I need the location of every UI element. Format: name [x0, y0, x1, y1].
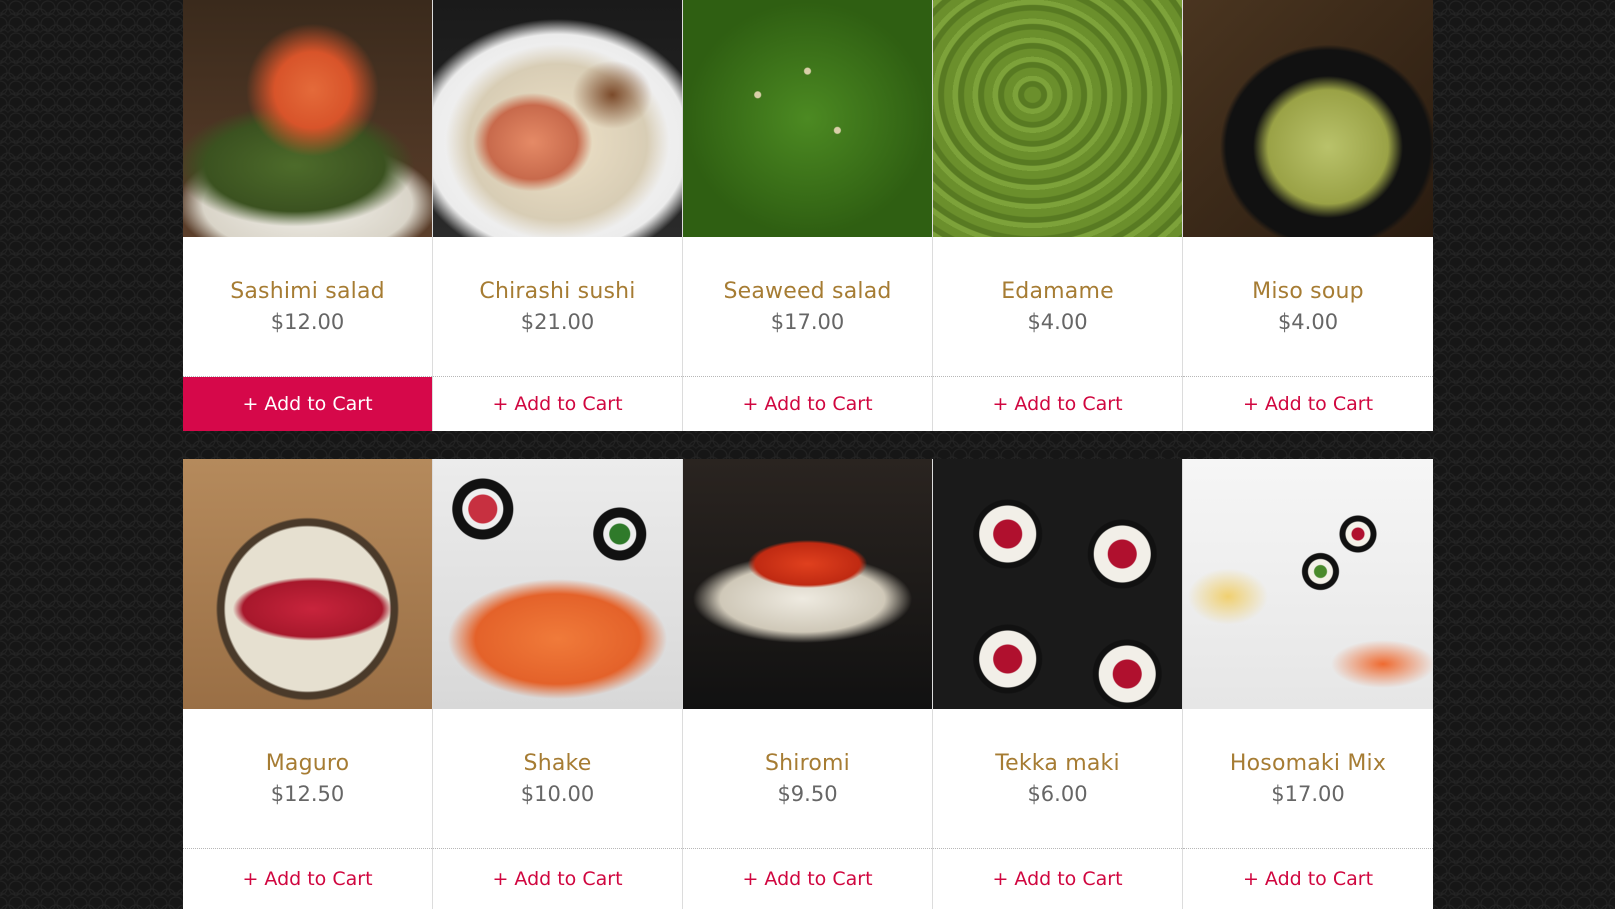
- product-info: Shiromi $9.50: [683, 709, 932, 849]
- product-info: Miso soup $4.00: [1183, 237, 1433, 377]
- product-card: Maguro $12.50 + Add to Cart: [183, 459, 433, 909]
- product-card: Hosomaki Mix $17.00 + Add to Cart: [1183, 459, 1433, 909]
- product-name[interactable]: Hosomaki Mix: [1230, 751, 1386, 776]
- add-to-cart-button[interactable]: + Add to Cart: [433, 849, 682, 909]
- add-to-cart-button[interactable]: + Add to Cart: [933, 377, 1182, 431]
- product-info: Edamame $4.00: [933, 237, 1182, 377]
- product-name[interactable]: Chirashi sushi: [479, 279, 635, 304]
- product-image[interactable]: [1183, 0, 1433, 237]
- product-image[interactable]: [183, 459, 432, 709]
- product-card: Seaweed salad $17.00 + Add to Cart: [683, 0, 933, 431]
- product-card: Tekka maki $6.00 + Add to Cart: [933, 459, 1183, 909]
- product-price: $4.00: [1277, 310, 1339, 334]
- product-info: Chirashi sushi $21.00: [433, 237, 682, 377]
- product-grid: Sashimi salad $12.00 + Add to Cart Chira…: [183, 0, 1433, 909]
- product-name[interactable]: Miso soup: [1252, 279, 1364, 304]
- product-info: Tekka maki $6.00: [933, 709, 1182, 849]
- add-to-cart-button[interactable]: + Add to Cart: [933, 849, 1182, 909]
- add-to-cart-button[interactable]: + Add to Cart: [183, 377, 432, 431]
- product-image[interactable]: [683, 459, 932, 709]
- product-price: $10.00: [520, 782, 595, 806]
- product-image[interactable]: [1183, 459, 1433, 709]
- add-to-cart-button[interactable]: + Add to Cart: [1183, 377, 1433, 431]
- product-name[interactable]: Shiromi: [765, 751, 850, 776]
- product-price: $12.50: [270, 782, 345, 806]
- product-card: Chirashi sushi $21.00 + Add to Cart: [433, 0, 683, 431]
- product-image[interactable]: [933, 0, 1182, 237]
- product-card: Edamame $4.00 + Add to Cart: [933, 0, 1183, 431]
- product-price: $6.00: [1027, 782, 1088, 806]
- product-price: $17.00: [770, 310, 845, 334]
- product-info: Maguro $12.50: [183, 709, 432, 849]
- product-price: $12.00: [270, 310, 345, 334]
- product-name[interactable]: Tekka maki: [995, 751, 1120, 776]
- add-to-cart-button[interactable]: + Add to Cart: [1183, 849, 1433, 909]
- product-info: Sashimi salad $12.00: [183, 237, 432, 377]
- product-card: Miso soup $4.00 + Add to Cart: [1183, 0, 1433, 431]
- product-card: Sashimi salad $12.00 + Add to Cart: [183, 0, 433, 431]
- product-info: Shake $10.00: [433, 709, 682, 849]
- product-price: $17.00: [1271, 782, 1345, 806]
- product-card: Shiromi $9.50 + Add to Cart: [683, 459, 933, 909]
- product-info: Seaweed salad $17.00: [683, 237, 932, 377]
- add-to-cart-button[interactable]: + Add to Cart: [683, 377, 932, 431]
- product-image[interactable]: [933, 459, 1182, 709]
- product-price: $9.50: [777, 782, 838, 806]
- product-image[interactable]: [183, 0, 432, 237]
- product-name[interactable]: Edamame: [1001, 279, 1114, 304]
- add-to-cart-button[interactable]: + Add to Cart: [683, 849, 932, 909]
- product-info: Hosomaki Mix $17.00: [1183, 709, 1433, 849]
- product-image[interactable]: [683, 0, 932, 237]
- product-image[interactable]: [433, 0, 682, 237]
- product-image[interactable]: [433, 459, 682, 709]
- product-name[interactable]: Seaweed salad: [723, 279, 891, 304]
- product-name[interactable]: Maguro: [266, 751, 350, 776]
- add-to-cart-button[interactable]: + Add to Cart: [183, 849, 432, 909]
- product-price: $21.00: [520, 310, 595, 334]
- add-to-cart-button[interactable]: + Add to Cart: [433, 377, 682, 431]
- product-card: Shake $10.00 + Add to Cart: [433, 459, 683, 909]
- product-name[interactable]: Sashimi salad: [230, 279, 385, 304]
- product-name[interactable]: Shake: [524, 751, 592, 776]
- product-price: $4.00: [1027, 310, 1088, 334]
